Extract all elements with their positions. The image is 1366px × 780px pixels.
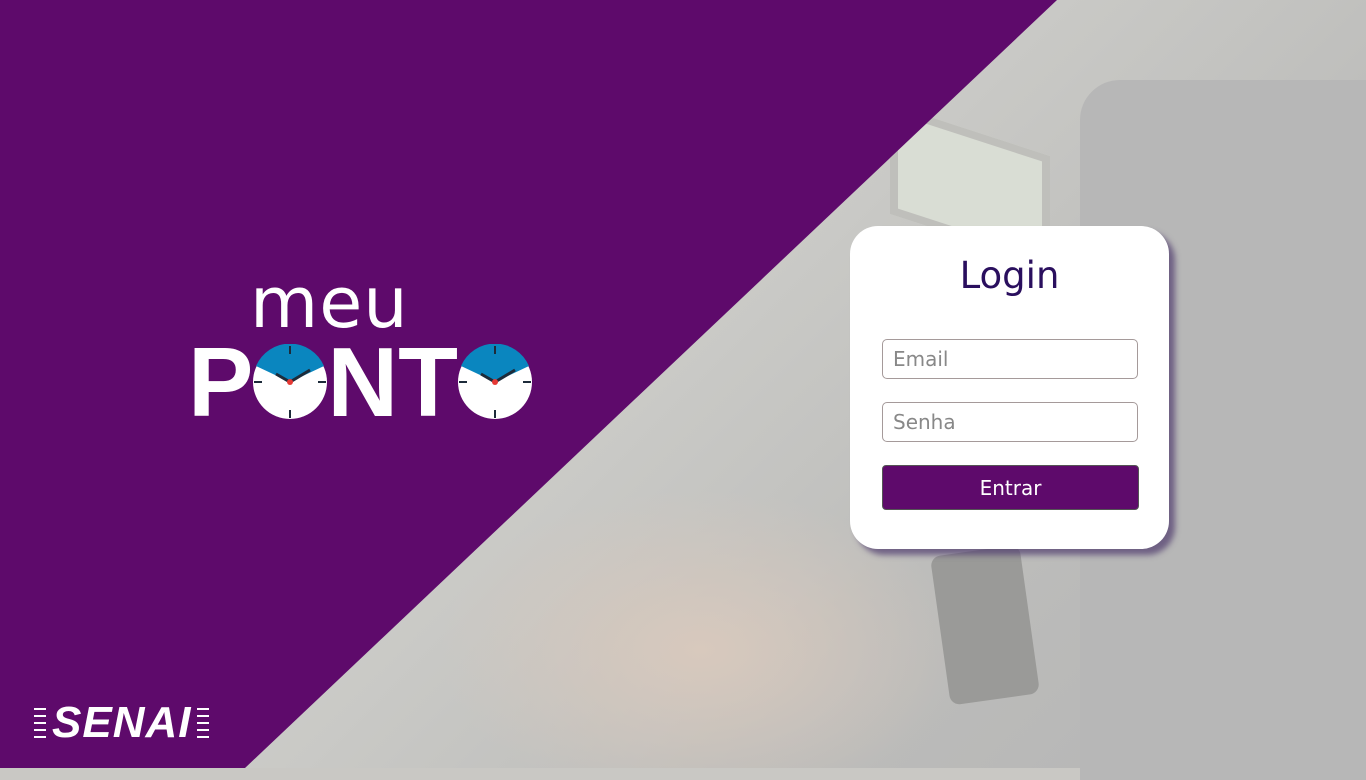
submit-button[interactable]: Entrar [882, 465, 1139, 510]
clock-icon [458, 344, 533, 419]
clock-icon [253, 344, 328, 419]
senai-wordmark: SENAI [52, 698, 192, 747]
password-input[interactable] [882, 402, 1138, 442]
login-card: Login Entrar [850, 226, 1169, 549]
device-keypad [929, 544, 1040, 706]
login-title: Login [959, 254, 1060, 297]
senai-stripes-left [34, 708, 46, 738]
logo-letters-nt: NT [327, 327, 459, 437]
logo-letter-p: P [188, 327, 254, 437]
email-input[interactable] [882, 339, 1138, 379]
senai-stripes-right [197, 708, 210, 738]
logo-text-ponto: P NT [188, 327, 533, 437]
senai-logo: SENAI [34, 698, 210, 748]
